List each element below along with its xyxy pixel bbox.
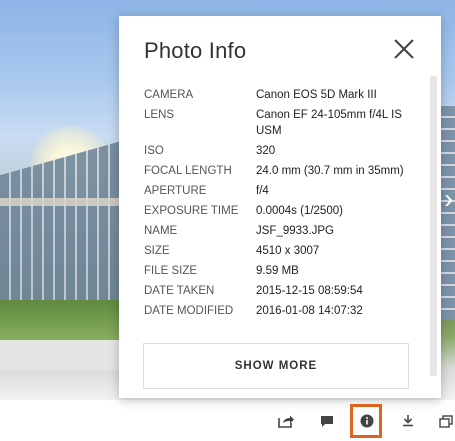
comment-icon — [321, 416, 333, 427]
download-icon — [403, 415, 413, 427]
info-label: EXPOSURE TIME — [144, 205, 239, 217]
next-photo-arrow-icon[interactable]: › — [444, 185, 453, 213]
info-label: CAMERA — [144, 89, 194, 101]
info-row-date-taken: DATE TAKEN 2015-12-15 08:59:54 — [144, 283, 414, 299]
close-icon — [394, 39, 414, 59]
info-row-file-size: FILE SIZE 9.59 MB — [144, 263, 414, 279]
info-row-focal-length: FOCAL LENGTH 24.0 mm (30.7 mm in 35mm) — [144, 163, 414, 179]
comment-button[interactable] — [317, 411, 337, 431]
info-label: DATE TAKEN — [144, 285, 215, 297]
info-value: Canon EF 24-105mm f/4L IS USM — [256, 109, 402, 137]
share-icon — [278, 415, 294, 428]
info-value: 2015-12-15 08:59:54 — [256, 285, 363, 297]
highlight-box — [350, 404, 382, 438]
photo-info-panel: Photo Info CAMERA Canon EOS 5D Mark III … — [119, 16, 441, 398]
info-row-exposure-time: EXPOSURE TIME 0.0004s (1/2500) — [144, 203, 414, 219]
info-value: 320 — [256, 145, 276, 157]
bottom-toolbar — [0, 400, 455, 441]
info-row-camera: CAMERA Canon EOS 5D Mark III — [144, 87, 414, 103]
close-button[interactable] — [389, 34, 419, 64]
info-value: f/4 — [256, 185, 269, 197]
info-label: APERTURE — [144, 185, 207, 197]
more-button[interactable] — [438, 411, 455, 431]
info-value: Canon EOS 5D Mark III — [256, 89, 377, 101]
info-label: LENS — [144, 109, 175, 121]
info-row-iso: ISO 320 — [144, 143, 414, 159]
info-label: SIZE — [144, 245, 170, 257]
info-row-aperture: APERTURE f/4 — [144, 183, 414, 199]
info-value: 0.0004s (1/2500) — [256, 205, 343, 217]
info-label: ISO — [144, 145, 164, 157]
info-value: 4510 x 3007 — [256, 245, 320, 257]
info-value: 9.59 MB — [256, 265, 299, 277]
info-row-size: SIZE 4510 x 3007 — [144, 243, 414, 259]
info-value: 2016-01-08 14:07:32 — [256, 305, 363, 317]
building-left-band — [0, 198, 125, 206]
info-label: NAME — [144, 225, 178, 237]
share-button[interactable] — [276, 411, 296, 431]
walkway — [0, 340, 125, 370]
panel-title: Photo Info — [144, 38, 247, 63]
more-icon — [439, 415, 453, 428]
building-left — [0, 140, 125, 300]
info-label: DATE MODIFIED — [144, 305, 234, 317]
info-row-lens: LENS Canon EF 24-105mm f/4L IS USM — [144, 107, 414, 139]
info-rows: CAMERA Canon EOS 5D Mark III LENS Canon … — [144, 87, 414, 323]
info-label: FILE SIZE — [144, 265, 198, 277]
info-value: 24.0 mm (30.7 mm in 35mm) — [256, 165, 404, 177]
info-value: JSF_9933.JPG — [256, 225, 334, 237]
lawn — [0, 300, 125, 340]
info-row-date-modified: DATE MODIFIED 2016-01-08 14:07:32 — [144, 303, 414, 319]
info-label: FOCAL LENGTH — [144, 165, 232, 177]
show-more-button[interactable]: SHOW MORE — [143, 343, 409, 389]
download-button[interactable] — [398, 411, 418, 431]
panel-scrollbar[interactable] — [430, 76, 437, 376]
info-row-name: NAME JSF_9933.JPG — [144, 223, 414, 239]
